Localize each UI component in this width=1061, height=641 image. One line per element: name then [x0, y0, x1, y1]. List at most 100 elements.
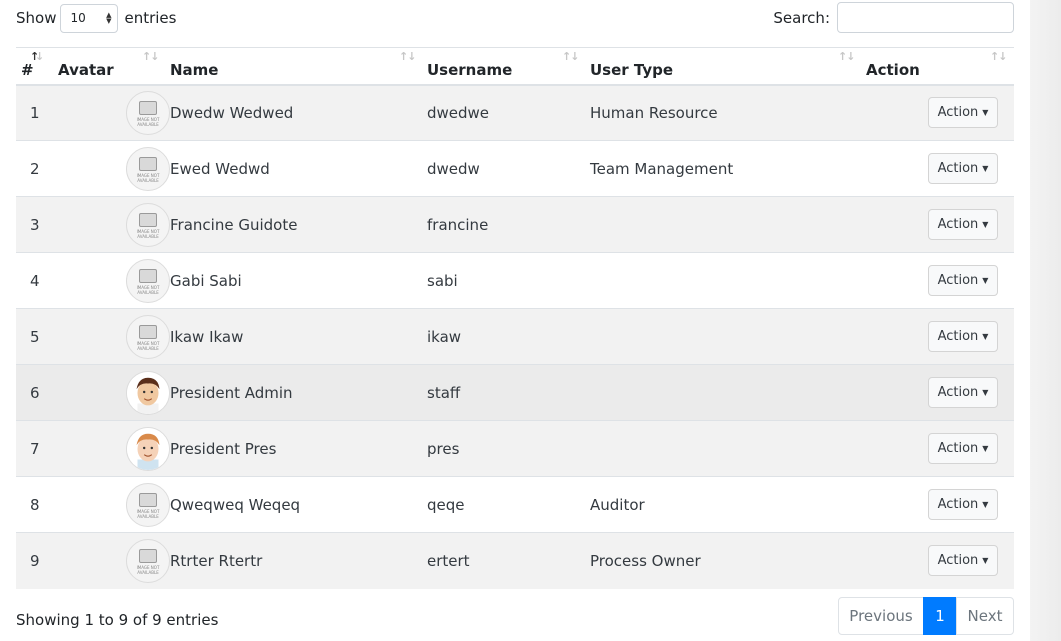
- avatar-placeholder-icon: IMAGE NOT AVAILABLE: [126, 482, 170, 527]
- cell-avatar: IMAGE NOT AVAILABLE: [56, 532, 170, 589]
- cell-avatar: IMAGE NOT AVAILABLE: [56, 140, 170, 197]
- action-label: Action: [937, 161, 979, 176]
- cell-user-type: Process Owner: [590, 532, 866, 589]
- caret-down-icon: ▼: [982, 332, 989, 341]
- cell-number: 6: [16, 364, 56, 421]
- search-control: Search:: [773, 2, 1014, 33]
- avatar-placeholder-icon: IMAGE NOT AVAILABLE: [126, 202, 170, 247]
- action-dropdown-button[interactable]: Action ▼: [928, 545, 998, 577]
- action-dropdown-button[interactable]: Action ▼: [928, 209, 998, 240]
- action-label: Action: [937, 497, 979, 512]
- cell-number: 1: [16, 84, 56, 141]
- cell-number: 3: [16, 196, 56, 253]
- previous-page-button[interactable]: Previous: [838, 597, 924, 635]
- cell-avatar: IMAGE NOT AVAILABLE: [56, 196, 170, 253]
- select-arrows-icon: ▲ ▼: [106, 11, 112, 25]
- table-row: 9 IMAGE NOT AVAILABLE Rtrter Rtertr ertert P…: [16, 532, 1014, 589]
- sort-icon: ↑↓: [399, 50, 416, 63]
- column-header-action[interactable]: Action ↑↓: [866, 47, 1014, 86]
- entries-length-value: 10: [70, 11, 86, 25]
- action-label: Action: [937, 273, 979, 288]
- table-row: 7 President Pres pres Action ▼: [16, 420, 1014, 477]
- sort-icon: ↑↓: [142, 50, 159, 63]
- column-header-avatar[interactable]: Avatar ↑↓: [56, 47, 170, 86]
- caret-down-icon: ▼: [982, 500, 989, 509]
- cell-username: sabi: [427, 252, 590, 309]
- column-header-username[interactable]: Username ↑↓: [427, 47, 590, 86]
- cell-number: 5: [16, 308, 56, 365]
- avatar: [126, 426, 170, 471]
- cell-username: qeqe: [427, 476, 590, 533]
- action-dropdown-button[interactable]: Action ▼: [928, 153, 998, 184]
- action-label: Action: [937, 441, 979, 456]
- pagination: Previous 1 Next: [838, 597, 1014, 635]
- cell-user-type: [590, 252, 866, 309]
- column-header-user-type[interactable]: User Type ↑↓: [590, 47, 866, 86]
- action-dropdown-button[interactable]: Action ▼: [928, 489, 998, 520]
- cell-username: ertert: [427, 532, 590, 589]
- action-label: Action: [937, 385, 979, 400]
- cell-avatar: IMAGE NOT AVAILABLE: [56, 252, 170, 309]
- sort-icon: ↑↓: [562, 50, 579, 63]
- entries-length-select[interactable]: 10 ▲ ▼: [60, 3, 119, 33]
- cell-user-type: [590, 196, 866, 253]
- action-label: Action: [937, 553, 979, 569]
- action-label: Action: [937, 105, 979, 121]
- cell-username: dwedwe: [427, 84, 590, 141]
- page-1-button[interactable]: 1: [923, 597, 957, 635]
- cell-number: 4: [16, 252, 56, 309]
- cell-number: 7: [16, 420, 56, 477]
- cell-action: Action ▼: [866, 476, 1014, 533]
- table-info: Showing 1 to 9 of 9 entries: [16, 611, 219, 629]
- cell-name: Francine Guidote: [170, 196, 427, 253]
- cell-number: 8: [16, 476, 56, 533]
- search-label: Search:: [773, 8, 830, 27]
- show-label: Show: [16, 9, 57, 27]
- cell-number: 2: [16, 140, 56, 197]
- avatar-placeholder-icon: IMAGE NOT AVAILABLE: [126, 314, 170, 359]
- cell-name: Dwedw Wedwed: [170, 84, 427, 141]
- action-dropdown-button[interactable]: Action ▼: [928, 97, 998, 129]
- action-dropdown-button[interactable]: Action ▼: [928, 433, 998, 464]
- cell-action: Action ▼: [866, 84, 1014, 141]
- cell-avatar: IMAGE NOT AVAILABLE: [56, 476, 170, 533]
- cell-number: 9: [16, 532, 56, 589]
- avatar-placeholder-icon: IMAGE NOT AVAILABLE: [126, 90, 170, 135]
- cell-username: staff: [427, 364, 590, 421]
- cell-name: Rtrter Rtertr: [170, 532, 427, 589]
- search-input[interactable]: [837, 2, 1014, 33]
- cell-user-type: Team Management: [590, 140, 866, 197]
- cell-name: Qweqweq Weqeq: [170, 476, 427, 533]
- caret-down-icon: ▼: [982, 444, 989, 453]
- cell-action: Action ▼: [866, 420, 1014, 477]
- cell-action: Action ▼: [866, 140, 1014, 197]
- cell-username: ikaw: [427, 308, 590, 365]
- action-label: Action: [937, 217, 979, 232]
- action-dropdown-button[interactable]: Action ▼: [928, 377, 998, 408]
- action-dropdown-button[interactable]: Action ▼: [928, 265, 998, 296]
- cell-user-type: [590, 420, 866, 477]
- caret-down-icon: ▼: [982, 388, 989, 397]
- cell-user-type: [590, 308, 866, 365]
- cell-action: Action ▼: [866, 308, 1014, 365]
- action-dropdown-button[interactable]: Action ▼: [928, 321, 998, 352]
- avatar: [126, 370, 170, 415]
- cell-user-type: Human Resource: [590, 84, 866, 141]
- cell-username: pres: [427, 420, 590, 477]
- caret-down-icon: ▼: [982, 108, 989, 118]
- cell-avatar: [56, 420, 170, 477]
- table-row: 4 IMAGE NOT AVAILABLE Gabi Sabi sabi Action ▼: [16, 252, 1014, 309]
- column-header-number[interactable]: # ↑ ↓: [16, 47, 56, 86]
- action-label: Action: [937, 329, 979, 344]
- caret-down-icon: ▼: [982, 220, 989, 229]
- page-scroll-gutter: [1030, 0, 1061, 641]
- table-header-row: # ↑ ↓ Avatar ↑↓ Name ↑↓ Username ↑↓ User…: [16, 47, 1014, 86]
- cell-name: Ewed Wedwd: [170, 140, 427, 197]
- cell-action: Action ▼: [866, 252, 1014, 309]
- avatar-placeholder-icon: IMAGE NOT AVAILABLE: [126, 258, 170, 303]
- cell-name: President Admin: [170, 364, 427, 421]
- column-header-name[interactable]: Name ↑↓: [170, 47, 427, 86]
- users-table: # ↑ ↓ Avatar ↑↓ Name ↑↓ Username ↑↓ User…: [16, 47, 1014, 589]
- next-page-button[interactable]: Next: [956, 597, 1014, 635]
- cell-username: francine: [427, 196, 590, 253]
